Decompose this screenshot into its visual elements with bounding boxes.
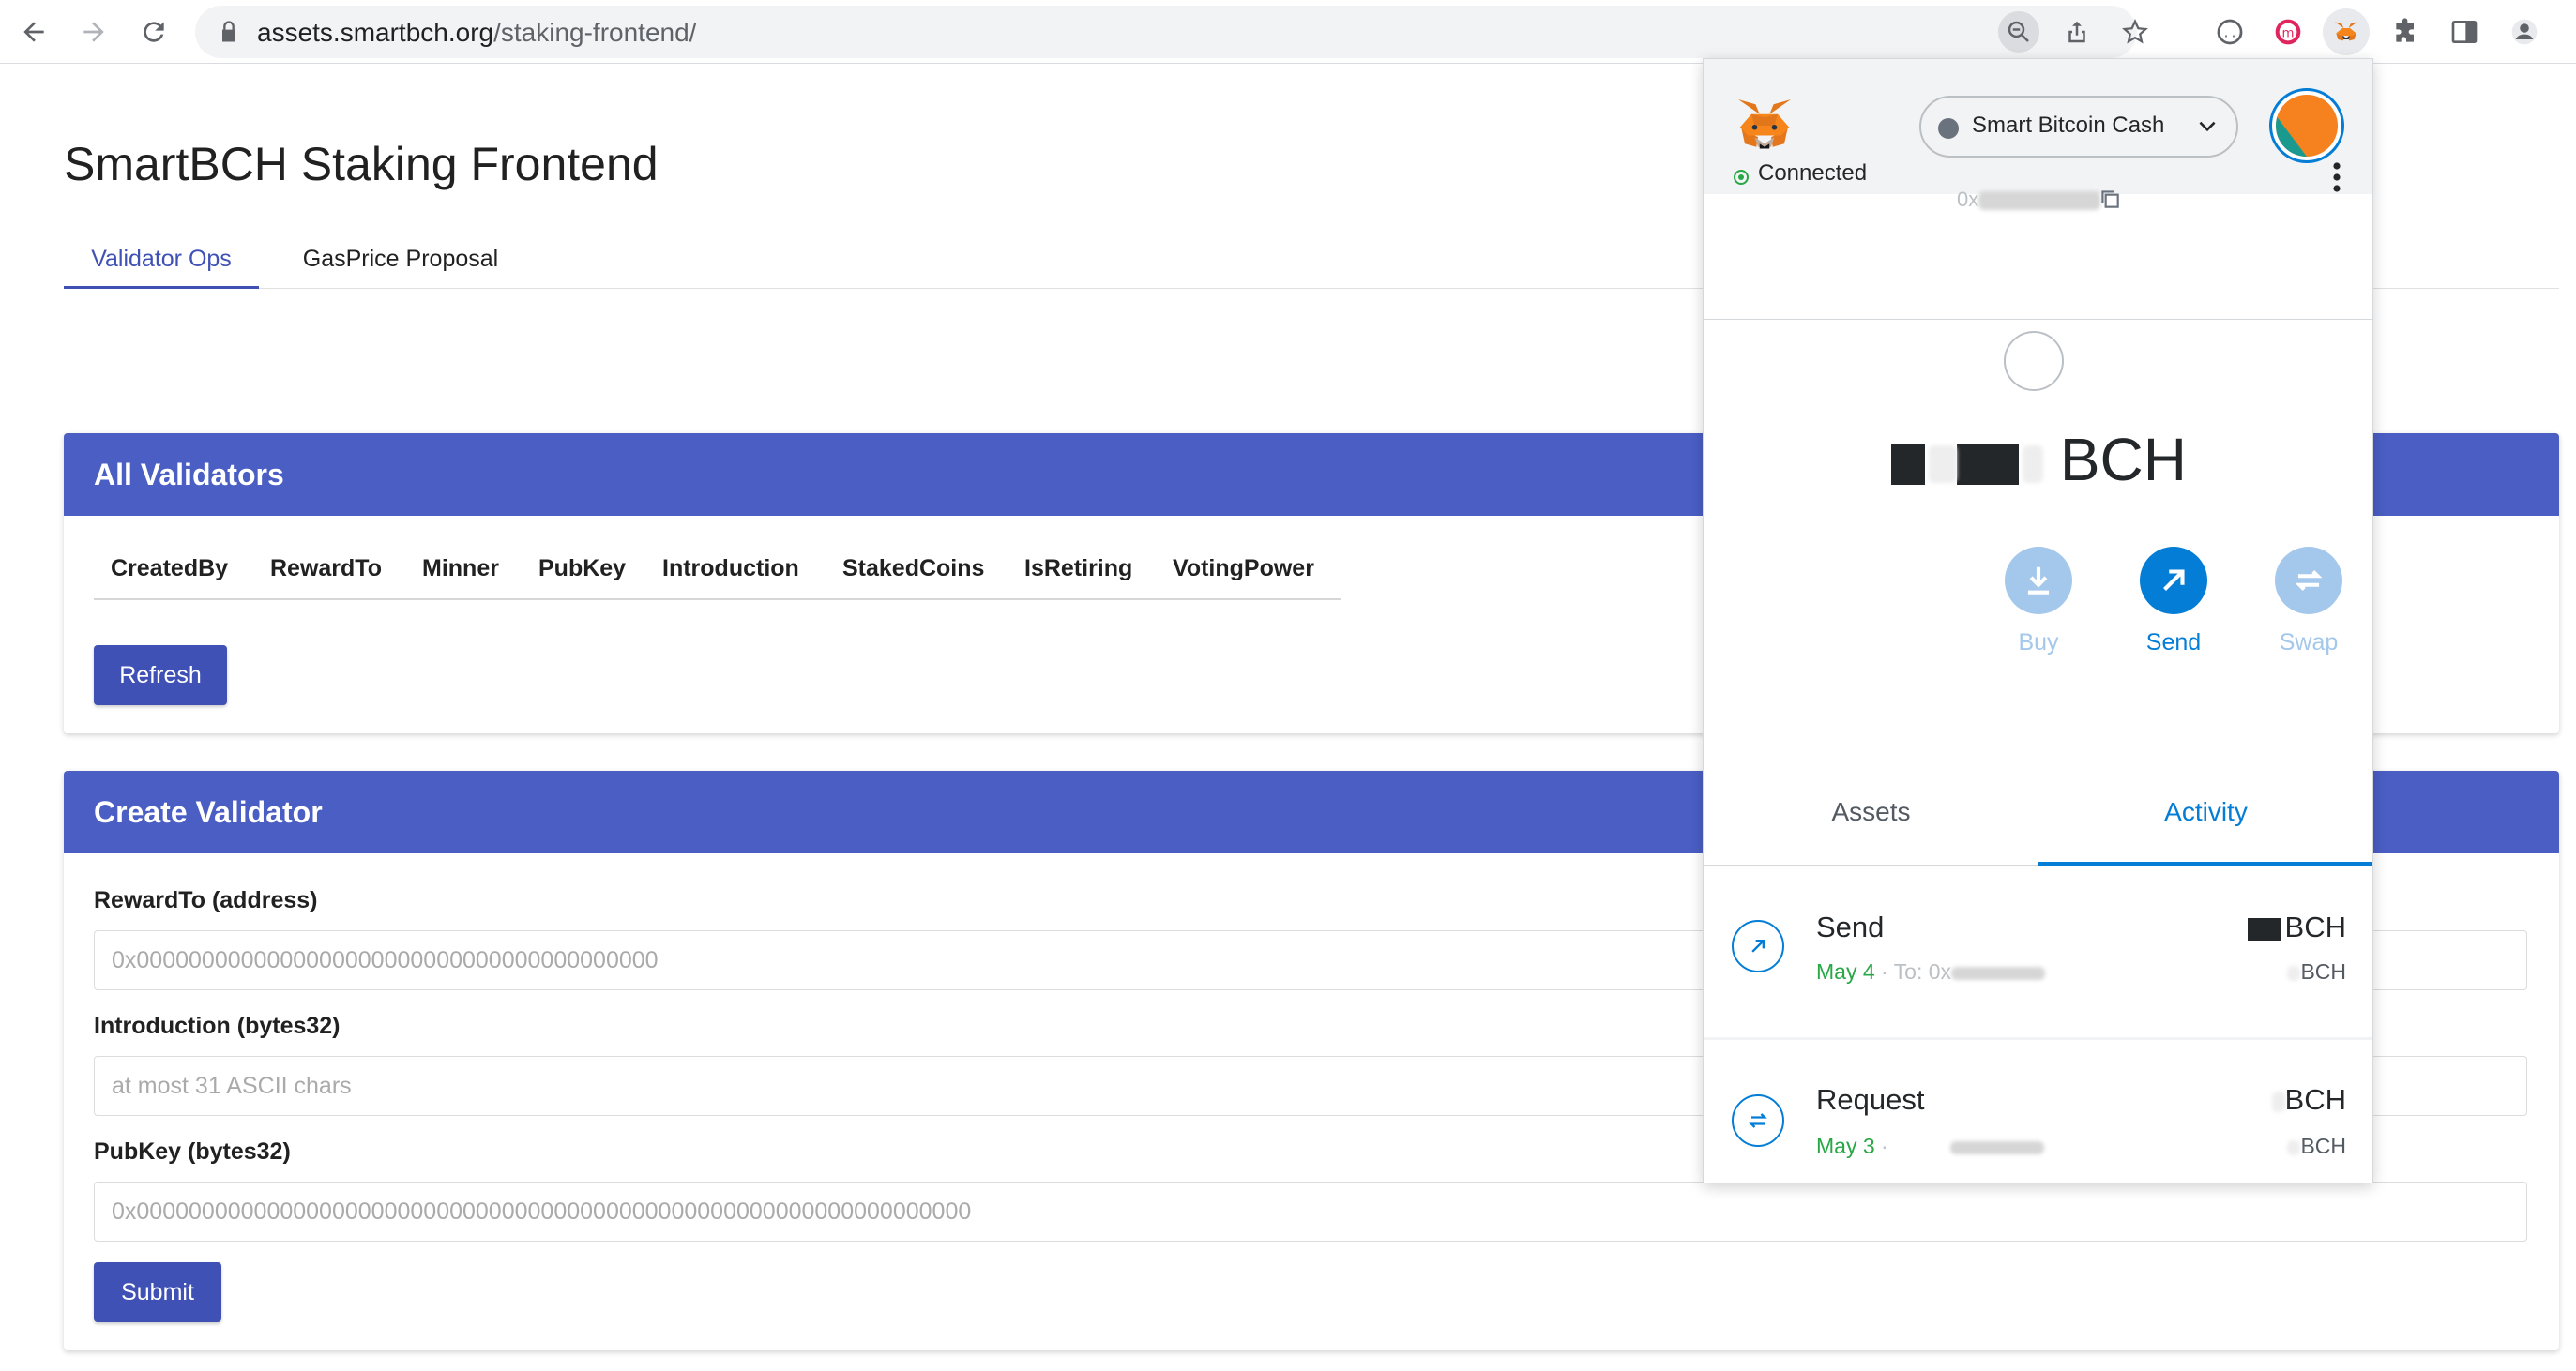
network-status-icon xyxy=(1938,118,1959,139)
transaction-title: Request xyxy=(1816,1083,1925,1116)
profile-icon[interactable] xyxy=(2501,8,2548,55)
account-avatar[interactable] xyxy=(2269,88,2344,163)
column-votingpower[interactable]: VotingPower xyxy=(1173,550,1314,587)
tab-validator-ops[interactable]: Validator Ops xyxy=(64,234,259,289)
metamask-tabs: Assets Activity xyxy=(1704,772,2372,866)
metamask-icon[interactable] xyxy=(2323,8,2370,55)
token-icon xyxy=(2004,331,2064,391)
address-bar[interactable]: assets.smartbch.org/staking-frontend/ xyxy=(195,6,2148,58)
share-icon[interactable] xyxy=(2056,11,2098,53)
transaction-subtitle: May 4 · To: 0x xyxy=(1816,959,2046,985)
svg-text:(..): (..) xyxy=(2215,26,2245,40)
chevron-down-icon xyxy=(2199,121,2216,132)
account-bar xyxy=(1704,194,2372,320)
connection-status[interactable]: Connected xyxy=(1758,160,1867,187)
url-text: assets.smartbch.org/staking-frontend/ xyxy=(257,18,697,47)
transaction-title: Send xyxy=(1816,911,1885,943)
account-balance: BCH xyxy=(1704,425,2372,494)
sidepanel-icon[interactable] xyxy=(2441,8,2488,55)
swap-icon xyxy=(2295,570,2323,591)
network-name: Smart Bitcoin Cash xyxy=(1972,113,2165,138)
extension-icon[interactable]: (..) xyxy=(2206,8,2253,55)
transaction-item[interactable]: Request May 3 · BCH BCH xyxy=(1704,1042,2372,1183)
pubkey-label: PubKey (bytes32) xyxy=(94,1138,291,1165)
pubkey-input[interactable]: 0x00000000000000000000000000000000000000… xyxy=(94,1182,2527,1242)
tab-activity[interactable]: Activity xyxy=(2038,772,2372,866)
column-isretiring[interactable]: IsRetiring xyxy=(1024,550,1132,587)
column-rewardto[interactable]: RewardTo xyxy=(270,550,382,587)
send-arrow-icon xyxy=(1732,920,1784,972)
column-createdby[interactable]: CreatedBy xyxy=(111,550,228,587)
send-button[interactable]: Send xyxy=(2122,547,2225,656)
puzzle-icon[interactable] xyxy=(2383,8,2430,55)
reload-icon[interactable] xyxy=(129,8,178,56)
connected-status-icon xyxy=(1734,170,1749,185)
validators-table-header: CreatedBy RewardTo Minner PubKey Introdu… xyxy=(94,550,1341,600)
transaction-amount: BCH xyxy=(2247,911,2346,944)
forward-icon[interactable] xyxy=(69,8,118,56)
arrow-up-right-icon xyxy=(2163,569,2185,591)
m-extension-icon[interactable]: m xyxy=(2265,8,2311,55)
column-introduction[interactable]: Introduction xyxy=(662,550,799,587)
refresh-button[interactable]: Refresh xyxy=(94,645,227,705)
tab-gasprice-proposal[interactable]: GasPrice Proposal xyxy=(274,234,527,289)
column-minner[interactable]: Minner xyxy=(422,550,499,587)
page-title: SmartBCH Staking Frontend xyxy=(64,138,659,190)
column-pubkey[interactable]: PubKey xyxy=(538,550,626,587)
svg-text:m: m xyxy=(2282,26,2295,40)
network-selector[interactable]: Smart Bitcoin Cash xyxy=(1919,96,2238,158)
zoom-icon[interactable] xyxy=(1998,11,2039,53)
tab-assets[interactable]: Assets xyxy=(1704,772,2038,866)
metamask-fox-icon[interactable] xyxy=(1732,93,1797,158)
transaction-fiat: BCH xyxy=(2287,959,2346,985)
metamask-popup: Smart Bitcoin Cash Connected 0x BCH Buy xyxy=(1703,58,2373,1183)
rewardto-label: RewardTo (address) xyxy=(94,887,318,913)
column-stakedcoins[interactable]: StakedCoins xyxy=(842,550,984,587)
browser-toolbar: assets.smartbch.org/staking-frontend/ (.… xyxy=(0,0,2576,64)
copy-icon[interactable] xyxy=(2098,187,2122,211)
buy-button[interactable]: Buy xyxy=(1987,547,2090,656)
identicon-icon xyxy=(2276,95,2338,157)
request-swap-icon xyxy=(1732,1094,1784,1147)
redacted-balance xyxy=(1891,444,1926,486)
more-options-icon[interactable] xyxy=(2323,158,2351,196)
transaction-item[interactable]: Send May 4 · To: 0x BCH BCH xyxy=(1704,867,2372,1040)
transaction-subtitle: May 3 · xyxy=(1816,1134,2045,1159)
transaction-amount: BCH xyxy=(2271,1083,2346,1117)
transaction-fiat: BCH xyxy=(2287,1134,2346,1159)
account-address[interactable]: 0x xyxy=(1957,188,2101,212)
swap-button[interactable]: Swap xyxy=(2257,547,2360,656)
star-icon[interactable] xyxy=(2114,11,2156,53)
submit-button[interactable]: Submit xyxy=(94,1262,221,1322)
download-icon xyxy=(2027,566,2050,595)
lock-icon[interactable] xyxy=(216,19,242,45)
introduction-label: Introduction (bytes32) xyxy=(94,1013,341,1039)
back-icon[interactable] xyxy=(9,8,58,56)
